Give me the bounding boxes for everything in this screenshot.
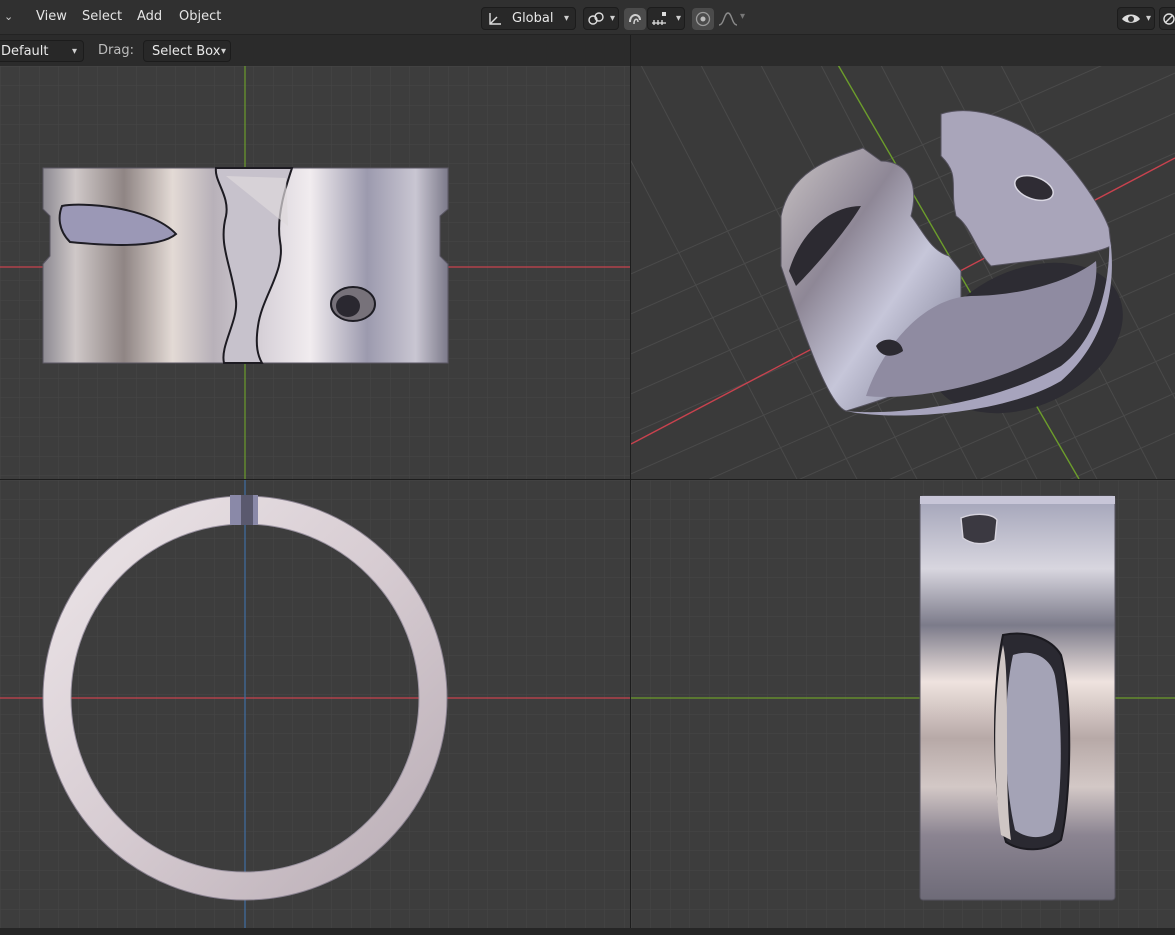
- pivot-link-icon: [588, 12, 604, 25]
- collapse-chevron-icon[interactable]: ⌄: [4, 10, 13, 23]
- proportional-edit-icon: [695, 11, 711, 27]
- axes-gizmo-icon: [489, 13, 501, 25]
- menu-add[interactable]: Add: [137, 9, 162, 24]
- transform-orientation-dropdown[interactable]: Global ▾: [481, 7, 576, 30]
- orientation-dropdown[interactable]: Default ▾: [0, 40, 84, 62]
- chevron-down-icon: ▾: [220, 46, 226, 57]
- side-viewport[interactable]: [631, 480, 1175, 928]
- front-viewport[interactable]: [0, 66, 630, 479]
- drag-dropdown[interactable]: Select Box ▾: [143, 40, 231, 62]
- falloff-curve-icon: [718, 12, 738, 26]
- pivot-dropdown[interactable]: ▾: [583, 7, 619, 30]
- snap-increment-icon: [652, 12, 666, 25]
- menu-view[interactable]: View: [36, 9, 67, 24]
- top-viewport[interactable]: [0, 480, 630, 928]
- chevron-down-icon: ▾: [740, 11, 746, 22]
- chevron-down-icon: ▾: [1145, 13, 1151, 24]
- drag-value: Select Box: [152, 44, 221, 59]
- transform-orientation-value: Global: [512, 11, 554, 26]
- horizontal-divider[interactable]: [0, 479, 1175, 480]
- drag-label: Drag:: [98, 43, 134, 58]
- status-bar: [0, 928, 1175, 935]
- snap-magnet-icon: [629, 14, 641, 25]
- perspective-viewport[interactable]: [631, 66, 1175, 479]
- overlay-icon: [1163, 13, 1175, 25]
- overlay-dropdown[interactable]: [1159, 7, 1175, 30]
- ring-side-model[interactable]: [919, 495, 1116, 901]
- tool-settings-bar: Default ▾ Drag: Select Box ▾: [0, 35, 1175, 66]
- vertical-divider[interactable]: [630, 35, 631, 928]
- visibility-eye-icon: [1122, 14, 1140, 23]
- falloff-dropdown[interactable]: ▾: [716, 8, 752, 30]
- snap-target-dropdown[interactable]: ▾: [647, 7, 685, 30]
- chevron-down-icon: ▾: [675, 13, 681, 24]
- proportional-edit-toggle[interactable]: [692, 8, 714, 30]
- chevron-down-icon: ▾: [609, 13, 615, 24]
- menu-select[interactable]: Select: [82, 9, 122, 24]
- orientation-value: Default: [1, 44, 49, 59]
- menu-object[interactable]: Object: [179, 9, 221, 24]
- viewport-header: ⌄ View Select Add Object Global ▾ ▾ ▾ ▾ …: [0, 0, 1175, 35]
- chevron-down-icon: ▾: [71, 46, 77, 57]
- visibility-dropdown[interactable]: ▾: [1117, 7, 1155, 30]
- ring-front-model[interactable]: [42, 167, 449, 364]
- snap-toggle[interactable]: [624, 8, 646, 30]
- chevron-down-icon: ▾: [563, 13, 569, 24]
